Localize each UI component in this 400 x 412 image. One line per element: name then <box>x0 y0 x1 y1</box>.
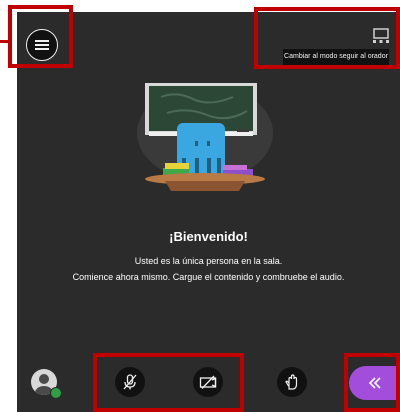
menu-line <box>35 48 49 50</box>
connected-status-icon <box>50 387 62 399</box>
raise-hand-button[interactable] <box>277 367 307 397</box>
welcome-illustration <box>137 83 273 191</box>
menu-line <box>35 44 49 46</box>
monitor-icon[interactable] <box>372 28 390 44</box>
menu-button[interactable] <box>26 29 58 61</box>
raise-hand-icon <box>285 374 298 390</box>
welcome-message-line1: Usted es la única persona en la sala. <box>134 256 283 266</box>
microphone-button[interactable] <box>115 367 145 397</box>
double-chevron-left-icon <box>368 377 381 389</box>
avatar-head <box>39 374 49 384</box>
camera-button[interactable] <box>193 367 223 397</box>
annotation-arrow <box>0 40 9 43</box>
microphone-off-icon <box>123 374 137 390</box>
follow-speaker-button[interactable]: Cambiar al modo seguir al orador <box>283 49 389 65</box>
panel-toggle-button[interactable] <box>349 366 400 400</box>
menu-line <box>35 40 49 42</box>
welcome-message-line2: Comience ahora mismo. Cargue el contenid… <box>72 272 345 282</box>
camera-off-icon <box>199 375 217 389</box>
welcome-title: ¡Bienvenido! <box>169 229 248 244</box>
meeting-stage <box>17 12 400 412</box>
